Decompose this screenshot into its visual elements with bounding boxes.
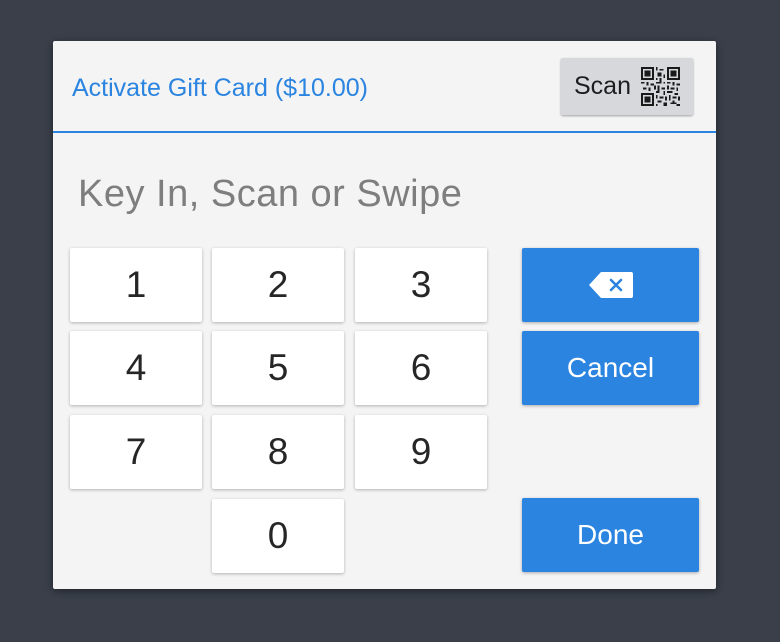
key-8[interactable]: 8	[212, 415, 344, 489]
key-0[interactable]: 0	[212, 499, 344, 573]
qr-code-icon	[640, 67, 680, 106]
cancel-button[interactable]: Cancel	[522, 331, 699, 405]
key-6[interactable]: 6	[355, 331, 487, 405]
scan-button-label: Scan	[574, 72, 631, 100]
key-2[interactable]: 2	[212, 248, 344, 322]
key-7[interactable]: 7	[70, 415, 202, 489]
dialog-title: Activate Gift Card ($10.00)	[72, 74, 368, 102]
key-3[interactable]: 3	[355, 248, 487, 322]
done-button[interactable]: Done	[522, 498, 699, 572]
gift-card-dialog: Activate Gift Card ($10.00) Scan Key In,…	[53, 41, 716, 589]
backspace-button[interactable]	[522, 248, 699, 322]
entry-prompt: Key In, Scan or Swipe	[78, 173, 463, 215]
backspace-icon	[588, 272, 633, 298]
key-1[interactable]: 1	[70, 248, 202, 322]
dialog-header: Activate Gift Card ($10.00) Scan	[53, 41, 716, 133]
key-4[interactable]: 4	[70, 331, 202, 405]
scan-button[interactable]: Scan	[561, 58, 693, 115]
key-9[interactable]: 9	[355, 415, 487, 489]
key-5[interactable]: 5	[212, 331, 344, 405]
